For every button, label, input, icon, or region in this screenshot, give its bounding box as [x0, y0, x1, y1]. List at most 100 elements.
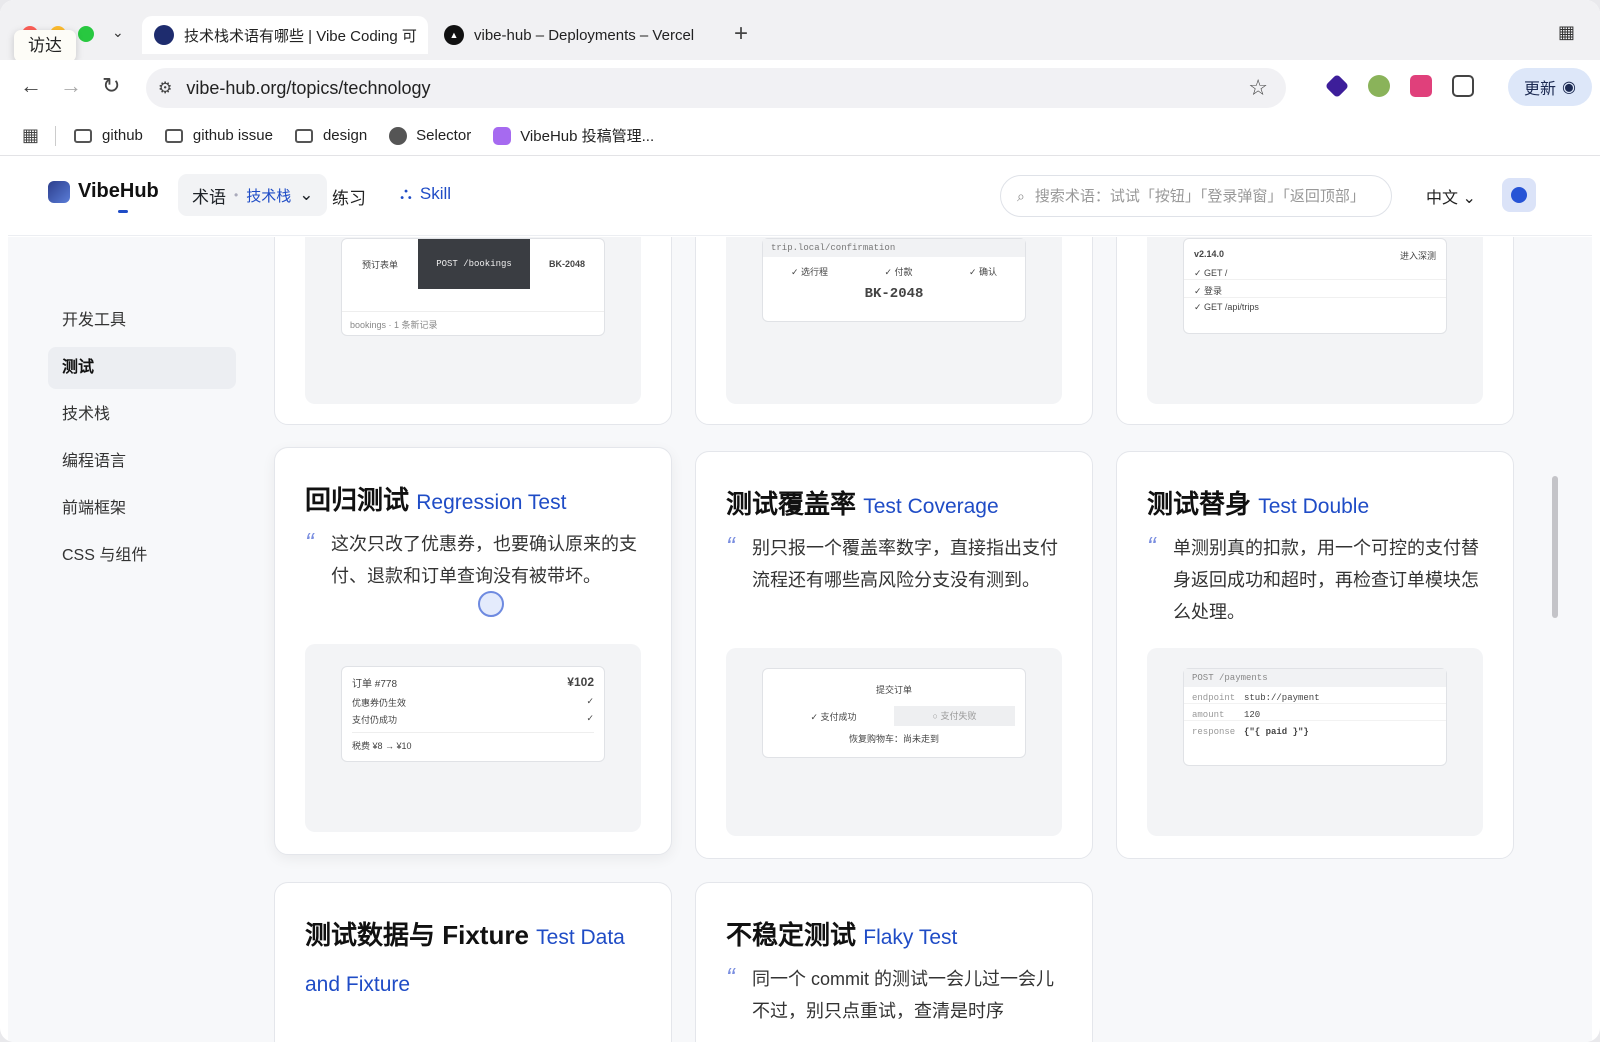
- nav-terms-dropdown[interactable]: 术语 • 技术栈 ⌄: [178, 174, 328, 216]
- preview-endpoint: POST /bookings: [418, 239, 530, 289]
- extension-frog-icon[interactable]: [1368, 75, 1390, 97]
- bookmarks-divider: [55, 125, 57, 146]
- preview-footer: bookings · 1 条新记录: [342, 311, 604, 337]
- site-logo[interactable]: VibeHub: [48, 180, 159, 203]
- vibehub-icon: [493, 126, 512, 145]
- bookmark-design[interactable]: design: [294, 127, 368, 144]
- confirmation-preview: trip.local/confirmation ✓ 选行程 ✓ 付款 ✓ 确认 …: [762, 238, 1026, 322]
- sidebar-item-languages[interactable]: 编程语言: [48, 441, 236, 483]
- extension-diamond-icon[interactable]: [1324, 73, 1350, 99]
- extension-translate-icon[interactable]: [1410, 75, 1432, 97]
- deploy-preview: v2.14.0 进入深测 ✓ GET / ✓ 登录 ✓ GET /api/trip…: [1183, 238, 1447, 334]
- preview-key: endpoint: [1192, 693, 1236, 703]
- browser-window: 访达 ⌄ 技术栈术语有哪些 | Vibe Coding 可 ▲ vibe-hub…: [0, 0, 1600, 1042]
- nav-skill-label: Skill: [419, 184, 452, 203]
- card-preview: trip.local/confirmation ✓ 选行程 ✓ 付款 ✓ 确认 …: [726, 237, 1062, 404]
- apps-grid-icon[interactable]: ▦: [22, 125, 39, 146]
- card-preview: POST /payments endpoint stub://payment am…: [1147, 648, 1483, 836]
- extensions-puzzle-icon[interactable]: [1452, 75, 1474, 97]
- tab-vercel[interactable]: ▲ vibe-hub – Deployments – Vercel: [440, 16, 720, 54]
- preview-check: ✓ GET /api/trips: [1194, 302, 1259, 312]
- bookmark-label: design: [322, 127, 368, 144]
- card-title-zh: 回归测试: [305, 485, 410, 515]
- nav-term-sub-label: 技术栈: [246, 187, 292, 205]
- theme-toggle-button[interactable]: [1502, 178, 1536, 212]
- sidebar-item-frontend-frameworks[interactable]: 前端框架: [48, 488, 236, 530]
- card-title-zh: 测试数据与 Fixture: [305, 920, 529, 950]
- vibehub-favicon-icon: [154, 25, 174, 45]
- preview-amount: ¥102: [567, 675, 594, 689]
- language-switcher[interactable]: 中文 ⌄: [1426, 184, 1476, 208]
- term-search[interactable]: ⌕: [1000, 175, 1392, 217]
- payment-stub-preview: POST /payments endpoint stub://payment am…: [1183, 668, 1447, 766]
- tab-overview-icon[interactable]: ▦: [1558, 22, 1575, 43]
- sidebar-item-dev-tools[interactable]: 开发工具: [48, 300, 236, 342]
- sidebar-item-tech-stack[interactable]: 技术栈: [48, 394, 236, 436]
- card-quote: 同一个 commit 的测试一会儿过一会儿不过，别只点重试，查清是时序: [726, 961, 1066, 1027]
- card-title-en: Test Coverage: [863, 495, 999, 518]
- site-info-icon[interactable]: ⚙: [158, 78, 172, 98]
- sidebar-item-css-components[interactable]: CSS 与组件: [48, 535, 236, 577]
- browser-toolbar: ← → ↻ ⚙ vibe-hub.org/topics/technology ☆…: [0, 60, 1600, 116]
- bookmark-label: github: [102, 127, 143, 144]
- folder-icon: [294, 128, 313, 143]
- preview-code: BK-2048: [864, 286, 924, 302]
- update-button[interactable]: 更新 ◉: [1508, 68, 1592, 106]
- card-preview: 订单 #778 ¥102 优惠券仍生效 ✓ 支付仍成功 ✓ 税费 ¥8 → ¥10: [305, 644, 641, 832]
- tab-title: vibe-hub – Deployments – Vercel: [474, 26, 695, 44]
- booking-preview: 预订表单 POST /bookings BK-2048 bookings · 1…: [341, 238, 605, 336]
- card-title: 回归测试 Regression Test: [305, 478, 566, 525]
- nav-practice[interactable]: 练习: [332, 184, 366, 209]
- term-card[interactable]: v2.14.0 进入深测 ✓ GET / ✓ 登录 ✓ GET /api/trip…: [1116, 237, 1514, 425]
- preview-value: stub://payment: [1244, 693, 1320, 703]
- reload-icon[interactable]: ↻: [102, 73, 120, 99]
- sidebar-item-testing[interactable]: 测试: [48, 347, 236, 389]
- theme-dot-icon: [1511, 187, 1527, 203]
- preview-version: v2.14.0: [1194, 249, 1225, 259]
- card-title-en: Flaky Test: [863, 926, 958, 949]
- nav-skill[interactable]: ⛬ Skill: [400, 184, 451, 204]
- preview-ok: ✓ 支付成功: [810, 711, 857, 722]
- url-text[interactable]: vibe-hub.org/topics/technology: [186, 78, 430, 99]
- term-card[interactable]: 预订表单 POST /bookings BK-2048 bookings · 1…: [274, 237, 672, 425]
- preview-row-label: 支付仍成功: [352, 715, 398, 725]
- term-card-regression-test[interactable]: 回归测试 Regression Test 这次只改了优惠券，也要确认原来的支付、…: [274, 447, 672, 855]
- bookmark-vibehub[interactable]: VibeHub 投稿管理...: [493, 125, 654, 146]
- forward-arrow-icon[interactable]: →: [60, 73, 82, 99]
- tab-title: 技术栈术语有哪些 | Vibe Coding 可: [184, 27, 417, 45]
- card-title-zh: 测试覆盖率: [726, 489, 857, 519]
- tab-search-chevron-icon[interactable]: ⌄: [112, 24, 124, 41]
- vibehub-logo-icon: [48, 180, 70, 203]
- bookmark-label: github issue: [192, 127, 273, 144]
- card-title-en: Test Double: [1258, 495, 1370, 518]
- skill-pyramid-icon: ⛬: [400, 184, 412, 203]
- card-quote: 这次只改了优惠券，也要确认原来的支付、退款和订单查询没有被带坏。: [305, 526, 645, 592]
- term-card-test-double[interactable]: 测试替身 Test Double 单测别真的扣款，用一个可控的支付替身返回成功和…: [1116, 451, 1514, 859]
- term-card-test-data-fixture[interactable]: 测试数据与 Fixture Test Data and Fixture: [274, 882, 672, 1042]
- bookmark-github-issue[interactable]: github issue: [164, 127, 273, 144]
- back-arrow-icon[interactable]: ←: [20, 73, 42, 99]
- checkout-preview: 提交订单 ✓ 支付成功 ○ 支付失败 恢复购物车：尚未走到: [762, 668, 1026, 758]
- bookmark-github[interactable]: github: [74, 127, 143, 144]
- term-card-test-coverage[interactable]: 测试覆盖率 Test Coverage 别只报一个覆盖率数字，直接指出支付流程还…: [695, 451, 1093, 859]
- preview-key: response: [1192, 727, 1236, 737]
- preview-key: amount: [1192, 710, 1225, 720]
- new-tab-button[interactable]: +: [734, 20, 748, 48]
- bookmark-selector[interactable]: Selector: [389, 126, 471, 145]
- term-card-flaky-test[interactable]: 不稳定测试 Flaky Test 同一个 commit 的测试一会儿过一会儿不过…: [695, 882, 1093, 1042]
- bookmark-star-icon[interactable]: ☆: [1248, 75, 1268, 101]
- page-scrollbar[interactable]: [1552, 476, 1558, 618]
- card-title: 不稳定测试 Flaky Test: [726, 913, 957, 960]
- preview-heading: 提交订单: [875, 685, 912, 695]
- search-input[interactable]: [1034, 187, 1375, 205]
- term-card[interactable]: trip.local/confirmation ✓ 选行程 ✓ 付款 ✓ 确认 …: [695, 237, 1093, 425]
- nav-term-label: 术语: [192, 187, 226, 207]
- logo-text: VibeHub: [78, 180, 159, 202]
- address-bar[interactable]: ⚙ vibe-hub.org/topics/technology ☆: [146, 68, 1286, 108]
- preview-step: ✓ 选行程: [791, 267, 829, 277]
- folder-icon: [164, 128, 183, 143]
- tab-vibehub[interactable]: 技术栈术语有哪些 | Vibe Coding 可: [142, 16, 428, 54]
- card-title-en: Regression Test: [416, 491, 567, 514]
- card-title-zh: 不稳定测试: [726, 920, 857, 950]
- zoom-window-button[interactable]: [78, 26, 94, 42]
